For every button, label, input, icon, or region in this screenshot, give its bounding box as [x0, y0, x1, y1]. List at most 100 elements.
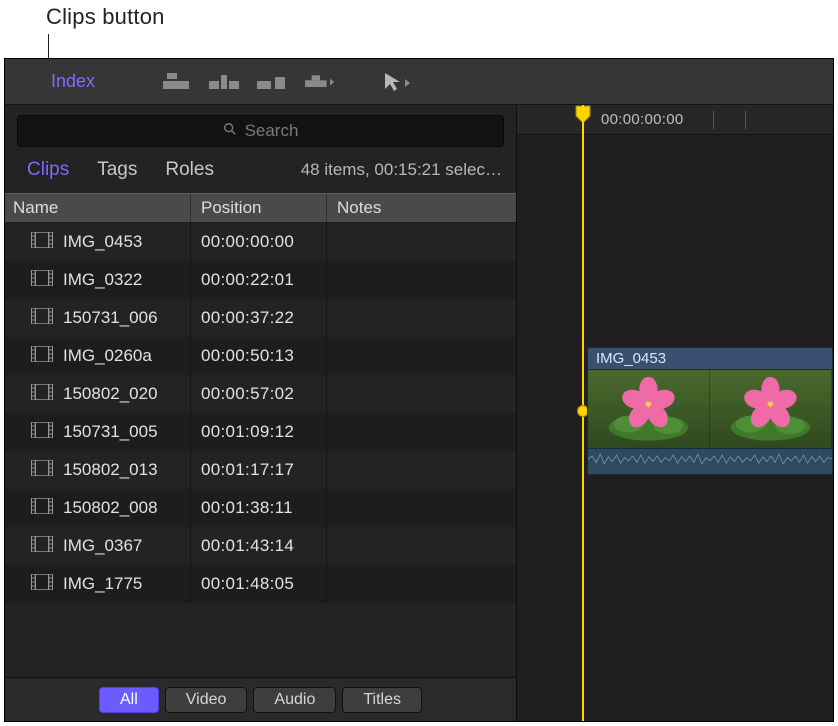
clip-name: IMG_0453	[63, 232, 142, 252]
column-header-notes[interactable]: Notes	[327, 194, 516, 222]
filmstrip-icon	[31, 270, 53, 291]
toolbar-icon-group	[161, 70, 411, 94]
index-button[interactable]: Index	[33, 67, 113, 96]
clip-name: 150731_006	[63, 308, 158, 328]
filmstrip-icon	[31, 498, 53, 519]
filter-bar: All Video Audio Titles	[5, 677, 516, 721]
timeline-clip[interactable]: IMG_0453	[587, 347, 833, 477]
app-window: Index	[4, 58, 834, 722]
clip-name: 150802_020	[63, 384, 158, 404]
cell-position: 00:01:38:11	[191, 489, 327, 527]
table-header: Name Position Notes	[5, 193, 516, 223]
cell-position: 00:01:09:12	[191, 413, 327, 451]
cell-name: 150802_020	[5, 375, 191, 413]
top-toolbar: Index	[5, 59, 833, 105]
timeline-clip-label: IMG_0453	[587, 347, 833, 369]
callout-label: Clips button	[46, 4, 165, 30]
clip-thumbnail	[710, 370, 832, 448]
cell-position: 00:01:48:05	[191, 565, 327, 603]
cell-name: IMG_0367	[5, 527, 191, 565]
table-row[interactable]: 150731_00500:01:09:12	[5, 413, 516, 451]
filmstrip-icon	[31, 346, 53, 367]
clip-name: IMG_0260a	[63, 346, 152, 366]
overwrite-clip-icon[interactable]	[305, 70, 335, 94]
filmstrip-icon	[31, 384, 53, 405]
cell-notes	[327, 565, 516, 603]
timeline-ruler[interactable]: 00:00:00:00	[517, 105, 833, 135]
cell-notes	[327, 261, 516, 299]
cell-notes	[327, 489, 516, 527]
table-row[interactable]: IMG_1775 00:01:48:05	[5, 565, 516, 603]
index-panel: Search Clips Tags Roles 48 items, 00:15:…	[5, 105, 517, 721]
table-row[interactable]: IMG_0367 00:01:43:14	[5, 527, 516, 565]
insert-clip-icon[interactable]	[209, 70, 239, 94]
append-clip-icon[interactable]	[257, 70, 287, 94]
column-header-name[interactable]: Name	[5, 194, 191, 222]
clip-thumbnail	[588, 370, 710, 448]
cell-name: 150802_013	[5, 451, 191, 489]
table-row[interactable]: IMG_0322 00:00:22:01	[5, 261, 516, 299]
cell-name: 150731_005	[5, 413, 191, 451]
cell-position: 00:00:50:13	[191, 337, 327, 375]
tab-clips[interactable]: Clips	[25, 157, 71, 183]
cell-notes	[327, 223, 516, 261]
clip-name: IMG_0322	[63, 270, 142, 290]
table-row[interactable]: IMG_0260a 00:00:50:13	[5, 337, 516, 375]
search-icon	[223, 122, 237, 141]
cell-name: 150731_006	[5, 299, 191, 337]
cell-name: IMG_0260a	[5, 337, 191, 375]
cell-notes	[327, 337, 516, 375]
timecode-label: 00:00:00:00	[601, 111, 684, 128]
clip-name: IMG_1775	[63, 574, 142, 594]
timeline-clip-audio-waveform	[587, 449, 833, 475]
cell-notes	[327, 375, 516, 413]
filmstrip-icon	[31, 460, 53, 481]
timeline-clip-thumbnails	[587, 369, 833, 449]
cell-name: IMG_0322	[5, 261, 191, 299]
filter-all[interactable]: All	[99, 687, 159, 713]
selection-status: 48 items, 00:15:21 selec…	[301, 160, 502, 180]
filmstrip-icon	[31, 232, 53, 253]
cell-position: 00:00:00:00	[191, 223, 327, 261]
table-row[interactable]: 150802_020 00:00:57:02	[5, 375, 516, 413]
filmstrip-icon	[31, 536, 53, 557]
cell-position: 00:00:22:01	[191, 261, 327, 299]
cell-notes	[327, 451, 516, 489]
tab-roles[interactable]: Roles	[163, 157, 216, 183]
cell-notes	[327, 413, 516, 451]
cell-position: 00:00:37:22	[191, 299, 327, 337]
tabs-row: Clips Tags Roles 48 items, 00:15:21 sele…	[5, 157, 516, 193]
tab-tags[interactable]: Tags	[95, 157, 139, 183]
cell-position: 00:00:57:02	[191, 375, 327, 413]
table-row[interactable]: 150802_008 00:01:38:11	[5, 489, 516, 527]
ruler-tick	[745, 111, 746, 129]
clips-table: Name Position Notes IMG_045300:00:00:00I…	[5, 193, 516, 677]
select-tool-icon[interactable]	[381, 70, 411, 94]
search-placeholder: Search	[245, 121, 299, 141]
filter-titles[interactable]: Titles	[342, 687, 422, 713]
flower-icon	[710, 370, 831, 448]
cell-name: IMG_1775	[5, 565, 191, 603]
cell-notes	[327, 527, 516, 565]
table-row[interactable]: IMG_0453 00:00:00:00	[5, 223, 516, 261]
connect-clip-icon[interactable]	[161, 70, 191, 94]
clip-name: 150802_013	[63, 460, 158, 480]
filter-audio[interactable]: Audio	[253, 687, 336, 713]
clip-name: IMG_0367	[63, 536, 142, 556]
table-row[interactable]: 150802_01300:01:17:17	[5, 451, 516, 489]
filmstrip-icon	[31, 422, 53, 443]
filter-video[interactable]: Video	[165, 687, 248, 713]
column-header-position[interactable]: Position	[191, 194, 327, 222]
table-row[interactable]: 150731_006 00:00:37:22	[5, 299, 516, 337]
flower-icon	[588, 370, 709, 448]
filmstrip-icon	[31, 574, 53, 595]
timeline-area[interactable]: 00:00:00:00 IMG_0453	[517, 105, 833, 721]
clip-name: 150802_008	[63, 498, 158, 518]
cell-notes	[327, 299, 516, 337]
search-input[interactable]: Search	[17, 115, 504, 147]
cell-name: 150802_008	[5, 489, 191, 527]
filmstrip-icon	[31, 308, 53, 329]
ruler-tick	[713, 111, 714, 129]
table-body: IMG_045300:00:00:00IMG_032200:00:22:0115…	[5, 223, 516, 677]
cell-position: 00:01:43:14	[191, 527, 327, 565]
